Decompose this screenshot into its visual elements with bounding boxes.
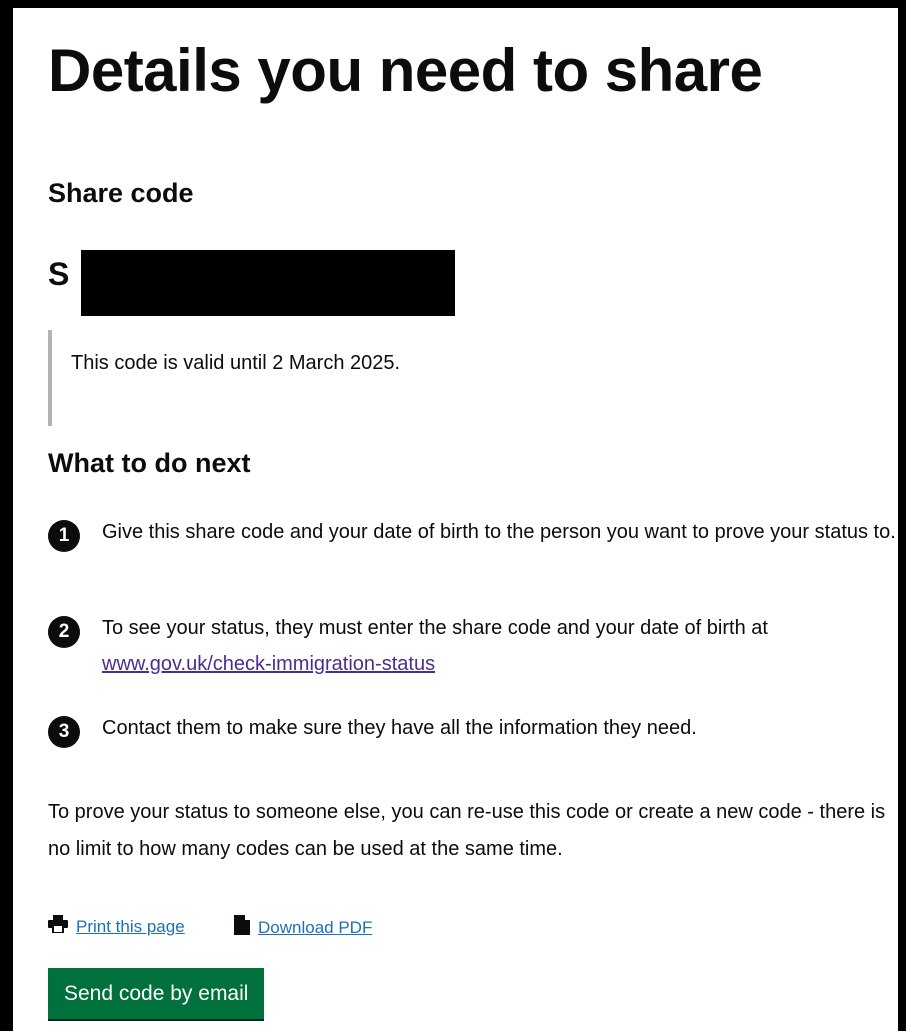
print-page-label: Print this page: [76, 916, 185, 936]
page-title: Details you need to share: [48, 37, 763, 104]
step-text-2-lead: To see your status, they must enter the …: [102, 617, 768, 639]
redacted-code-block: [81, 250, 455, 316]
share-code-value: S: [48, 248, 468, 318]
next-steps-heading: What to do next: [48, 448, 251, 478]
printer-icon: [48, 915, 68, 938]
check-immigration-status-link[interactable]: www.gov.uk/check-immigration-status: [102, 653, 435, 675]
step-text-3: Contact them to make sure they have all …: [102, 717, 697, 739]
page-frame: Details you need to share Share code S T…: [0, 0, 906, 1031]
step-number-3: 3: [48, 716, 80, 748]
step-number-2: 2: [48, 616, 80, 648]
page-actions: Print this page Download PDF: [48, 912, 548, 942]
download-pdf-link[interactable]: Download PDF: [234, 915, 372, 940]
step-text-2: To see your status, they must enter the …: [102, 610, 906, 682]
code-validity-text: This code is valid until 2 March 2025.: [71, 352, 401, 374]
download-pdf-label: Download PDF: [258, 917, 373, 937]
document-icon: [234, 915, 250, 940]
share-code-visible-prefix: S: [48, 256, 70, 292]
reuse-code-text: To prove your status to someone else, yo…: [48, 801, 886, 860]
share-code-heading: Share code: [48, 178, 194, 208]
validity-inset: This code is valid until 2 March 2025.: [48, 330, 652, 426]
send-code-by-email-button[interactable]: Send code by email: [48, 968, 265, 1019]
step-number-1: 1: [48, 520, 80, 552]
step-text-1: Give this share code and your date of bi…: [102, 521, 896, 543]
print-page-link[interactable]: Print this page: [48, 915, 185, 938]
